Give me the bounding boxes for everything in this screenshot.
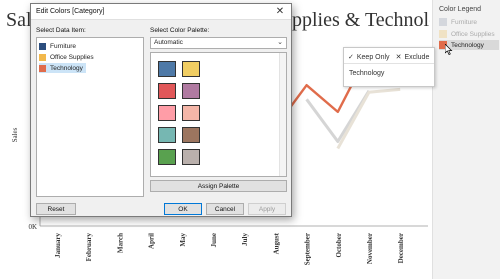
dialog-title: Edit Colors [Category] (36, 8, 105, 15)
exclude-label: Exclude (404, 53, 430, 61)
keep-only-button[interactable]: ✓ Keep Only (348, 53, 390, 62)
close-icon[interactable]: ✕ (269, 4, 291, 19)
palette-swatch[interactable] (182, 105, 200, 121)
palette-swatch[interactable] (182, 149, 200, 165)
palette-swatch[interactable] (182, 83, 200, 99)
mark-tooltip: ✓ Keep Only ✕ Exclude Technology (343, 47, 435, 87)
legend-item-furniture[interactable]: Furniture (439, 17, 499, 27)
color-swatch (39, 53, 46, 61)
color-palette-label: Select Color Palette: (150, 27, 210, 34)
data-item-furniture[interactable]: Furniture (39, 41, 79, 51)
chart-title-right: pplies & Technology (292, 9, 430, 31)
legend-title: Color Legend (439, 6, 482, 13)
check-icon: ✓ (348, 54, 354, 61)
x-tick-label: November (366, 233, 374, 264)
x-tick-label: September (304, 233, 312, 265)
palette-swatch[interactable] (158, 83, 176, 99)
palette-swatch[interactable] (182, 61, 200, 77)
y-tick-label: 0K (28, 223, 37, 231)
data-item-label: Select Data Item: (36, 27, 86, 34)
palette-swatch[interactable] (182, 127, 200, 143)
data-item-office-supplies[interactable]: Office Supplies (39, 52, 97, 62)
mouse-cursor-icon (445, 44, 453, 55)
data-item-text: Technology (50, 64, 83, 72)
legend-item-label: Furniture (451, 18, 478, 26)
exclude-button[interactable]: ✕ Exclude (395, 53, 430, 62)
legend-swatch (439, 18, 447, 26)
palette-swatch[interactable] (158, 127, 176, 143)
color-swatch (39, 64, 46, 72)
tooltip-value: Technology (349, 70, 385, 77)
x-tick-label: May (179, 233, 187, 247)
dialog-titlebar[interactable]: Edit Colors [Category] ✕ (31, 4, 291, 20)
x-tick-label: July (241, 233, 249, 246)
x-tick-label: October (335, 233, 343, 258)
palette-swatch[interactable] (158, 61, 176, 77)
x-tick-label: February (85, 233, 93, 262)
x-tick-label: January (54, 233, 62, 258)
palette-scrollbar[interactable] (279, 53, 286, 176)
palette-swatch-grid (150, 52, 287, 177)
y-axis-label: Sales (11, 127, 19, 142)
palette-swatch[interactable] (158, 105, 176, 121)
legend-item-label: Technology (451, 41, 484, 49)
color-palette-select[interactable]: Automatic ⌄ (150, 37, 287, 49)
data-item-text: Furniture (50, 42, 77, 50)
chevron-down-icon: ⌄ (277, 39, 283, 46)
x-tick-label: March (116, 233, 124, 253)
x-tick-label: April (148, 233, 156, 249)
color-legend: Color Legend Furniture Office Supplies T… (432, 0, 500, 279)
legend-item-office-supplies[interactable]: Office Supplies (439, 29, 499, 39)
x-tick-labels: January February March April May June July Augu… (54, 232, 405, 265)
keep-only-label: Keep Only (356, 53, 390, 61)
data-item-list[interactable]: Furniture Office Supplies Technology (36, 37, 144, 197)
apply-button[interactable]: Apply (248, 203, 286, 215)
ok-button[interactable]: OK (164, 203, 202, 215)
color-swatch (39, 42, 46, 50)
x-tick-label: December (397, 233, 405, 263)
x-tick-label: June (210, 233, 218, 247)
palette-swatch[interactable] (158, 149, 176, 165)
palette-select-value: Automatic (154, 39, 183, 46)
series-line-office-supplies[interactable] (336, 87, 401, 150)
cancel-button[interactable]: Cancel (206, 203, 244, 215)
edit-colors-dialog: Edit Colors [Category] ✕ Select Data Ite… (30, 3, 292, 217)
tooltip-divider (344, 63, 434, 64)
assign-palette-button[interactable]: Assign Palette (150, 180, 287, 192)
series-line-furniture[interactable] (305, 90, 371, 143)
reset-button[interactable]: Reset (36, 203, 76, 215)
legend-item-label: Office Supplies (451, 30, 495, 38)
x-tick-label: August (272, 232, 280, 254)
data-item-text: Office Supplies (50, 53, 94, 61)
legend-swatch (439, 30, 447, 38)
close-icon: ✕ (395, 54, 402, 61)
data-item-technology[interactable]: Technology (39, 63, 86, 73)
